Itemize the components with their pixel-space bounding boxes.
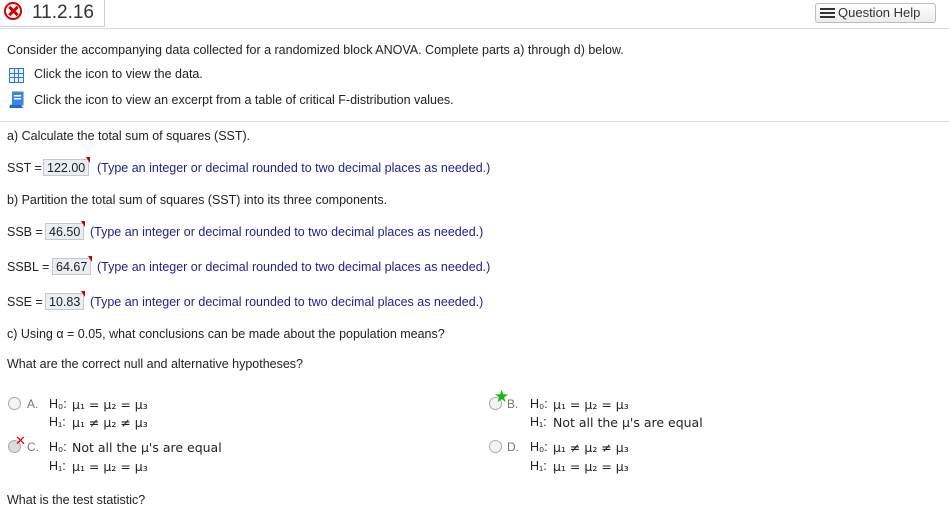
section-divider <box>0 121 949 122</box>
part-b-question: b) Partition the total sum of squares (S… <box>7 193 388 207</box>
option-d-letter: D. <box>507 440 519 454</box>
option-a-h0-label: H₀: <box>49 397 67 411</box>
header-divider <box>0 28 949 29</box>
sst-hint: (Type an integer or decimal rounded to t… <box>97 161 491 175</box>
data-table-icon[interactable] <box>9 68 24 83</box>
option-a-h1-label: H₁: <box>49 415 66 429</box>
list-icon <box>820 8 835 19</box>
option-b-h1: Not all the μ's are equal <box>553 415 703 430</box>
option-b-h1-label: H₁: <box>530 415 547 429</box>
sse-answer-box[interactable]: 10.83 <box>45 293 85 310</box>
option-d-h0-label: H₀: <box>530 440 548 454</box>
sse-hint: (Type an integer or decimal rounded to t… <box>90 295 484 309</box>
option-c-letter: C. <box>27 440 39 454</box>
ssb-label: SSB = <box>7 225 43 239</box>
option-d-radio[interactable] <box>489 440 502 453</box>
option-c-h1: μ₁ = μ₂ = μ₃ <box>72 459 148 474</box>
option-a-letter: A. <box>27 397 39 411</box>
intro-text: Consider the accompanying data collected… <box>7 43 624 57</box>
ssbl-answer-box[interactable]: 64.67 <box>52 258 92 275</box>
ssbl-hint: (Type an integer or decimal rounded to t… <box>97 260 491 274</box>
option-d-h1-label: H₁: <box>530 459 547 473</box>
option-a-h0: μ₁ = μ₂ = μ₃ <box>72 397 148 412</box>
ssb-hint: (Type an integer or decimal rounded to t… <box>90 225 484 239</box>
red-x-mark-icon: ✕ <box>15 433 26 448</box>
part-c-question: c) Using α = 0.05, what conclusions can … <box>7 327 445 341</box>
option-c-h0-label: H₀: <box>49 440 67 454</box>
option-a-radio[interactable] <box>8 397 21 410</box>
option-d-h1: μ₁ = μ₂ = μ₃ <box>553 459 629 474</box>
problem-number: 11.2.16 <box>32 2 94 23</box>
sst-answer-box[interactable]: 122.00 <box>43 159 90 176</box>
option-c-h1-label: H₁: <box>49 459 66 473</box>
test-statistic-question: What is the test statistic? <box>7 493 146 507</box>
problem-title-box: 11.2.16 <box>0 0 105 27</box>
ssbl-label: SSBL = <box>7 260 50 274</box>
data-link[interactable]: Click the icon to view the data. <box>34 67 203 81</box>
header-bar: 11.2.16 Question Help <box>0 0 949 28</box>
part-a-question: a) Calculate the total sum of squares (S… <box>7 129 251 143</box>
sse-label: SSE = <box>7 295 43 309</box>
option-b-letter: B. <box>507 397 519 411</box>
hypotheses-question: What are the correct null and alternativ… <box>7 357 304 371</box>
question-help-button[interactable]: Question Help <box>815 3 936 23</box>
option-c-h0: Not all the μ's are equal <box>72 440 222 455</box>
option-a-h1: μ₁ ≠ μ₂ ≠ μ₃ <box>72 415 148 430</box>
option-b-h0: μ₁ = μ₂ = μ₃ <box>553 397 629 412</box>
question-help-label: Question Help <box>838 5 921 20</box>
book-icon[interactable] <box>9 91 25 108</box>
ssb-answer-box[interactable]: 46.50 <box>45 223 85 240</box>
critical-values-link[interactable]: Click the icon to view an excerpt from a… <box>34 93 454 107</box>
close-x-icon <box>4 2 22 20</box>
option-b-h0-label: H₀: <box>530 397 548 411</box>
option-d-h0: μ₁ ≠ μ₂ ≠ μ₃ <box>553 440 629 455</box>
sst-label: SST = <box>7 161 42 175</box>
